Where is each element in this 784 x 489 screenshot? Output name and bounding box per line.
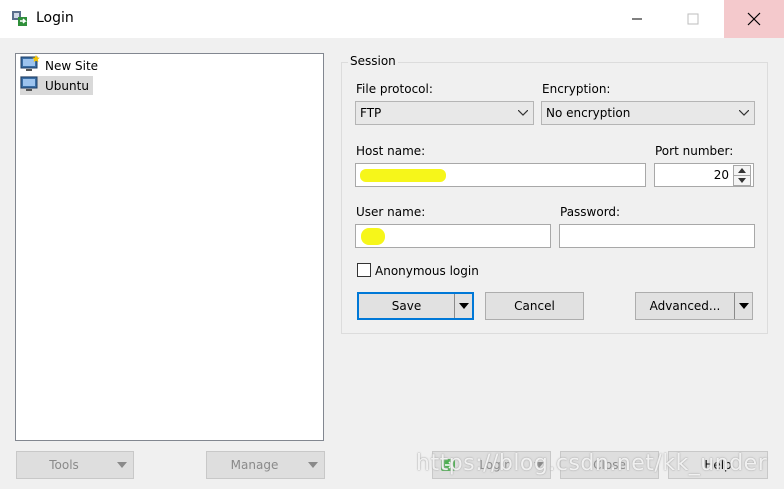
- encryption-select[interactable]: No encryption: [541, 101, 755, 125]
- password-input[interactable]: [559, 224, 755, 248]
- manage-label: Manage: [230, 458, 279, 472]
- host-name-label: Host name:: [356, 144, 426, 158]
- encryption-label: Encryption:: [542, 82, 611, 96]
- user-name-input[interactable]: [355, 224, 551, 248]
- site-label: New Site: [45, 58, 99, 73]
- advanced-button[interactable]: Advanced...: [635, 292, 753, 320]
- redacted-highlight: [360, 169, 446, 182]
- port-number-label: Port number:: [655, 144, 734, 158]
- tools-label: Tools: [49, 458, 79, 472]
- cancel-button[interactable]: Cancel: [485, 292, 584, 320]
- session-group-label: Session: [348, 54, 398, 68]
- computer-new-icon: [20, 55, 40, 76]
- save-button[interactable]: Save: [357, 292, 474, 320]
- close-window-button[interactable]: [724, 0, 784, 38]
- port-number-value: 20: [713, 168, 729, 182]
- window-title: Login: [36, 10, 74, 26]
- computer-icon: [20, 75, 40, 96]
- cancel-label: Cancel: [514, 299, 555, 313]
- redacted-highlight: [361, 228, 385, 245]
- site-tree[interactable]: New Site Ubuntu: [15, 53, 324, 441]
- encryption-value: No encryption: [546, 106, 631, 120]
- save-label: Save: [391, 299, 422, 313]
- chevron-down-icon[interactable]: [734, 293, 752, 319]
- host-name-input[interactable]: [355, 163, 646, 187]
- tools-button[interactable]: Tools: [16, 451, 134, 479]
- maximize-button[interactable]: [670, 0, 716, 38]
- anonymous-login-label: Anonymous login: [375, 264, 479, 278]
- user-name-label: User name:: [356, 205, 426, 219]
- watermark-text: https://blog.csdn.net/kk_under: [416, 451, 768, 476]
- minimize-button[interactable]: [614, 0, 660, 38]
- chevron-down-icon[interactable]: [454, 294, 472, 318]
- chevron-down-icon: [734, 110, 754, 116]
- chevron-down-icon: [111, 462, 133, 468]
- site-item-ubuntu[interactable]: Ubuntu: [20, 76, 93, 95]
- winscp-app-icon: [10, 9, 30, 29]
- spin-down-icon[interactable]: [733, 175, 751, 186]
- manage-button[interactable]: Manage: [206, 451, 325, 479]
- file-protocol-value: FTP: [360, 106, 382, 120]
- advanced-label: Advanced...: [649, 299, 721, 313]
- chevron-down-icon: [302, 462, 324, 468]
- site-item-new-site[interactable]: New Site: [20, 55, 102, 76]
- port-number-spinner[interactable]: 20: [654, 163, 754, 187]
- file-protocol-label: File protocol:: [356, 82, 433, 96]
- chevron-down-icon: [513, 110, 533, 116]
- password-label: Password:: [560, 205, 621, 219]
- file-protocol-select[interactable]: FTP: [355, 101, 534, 125]
- title-bar: Login: [0, 0, 784, 38]
- anonymous-login-checkbox[interactable]: [357, 263, 371, 277]
- site-label: Ubuntu: [45, 78, 89, 93]
